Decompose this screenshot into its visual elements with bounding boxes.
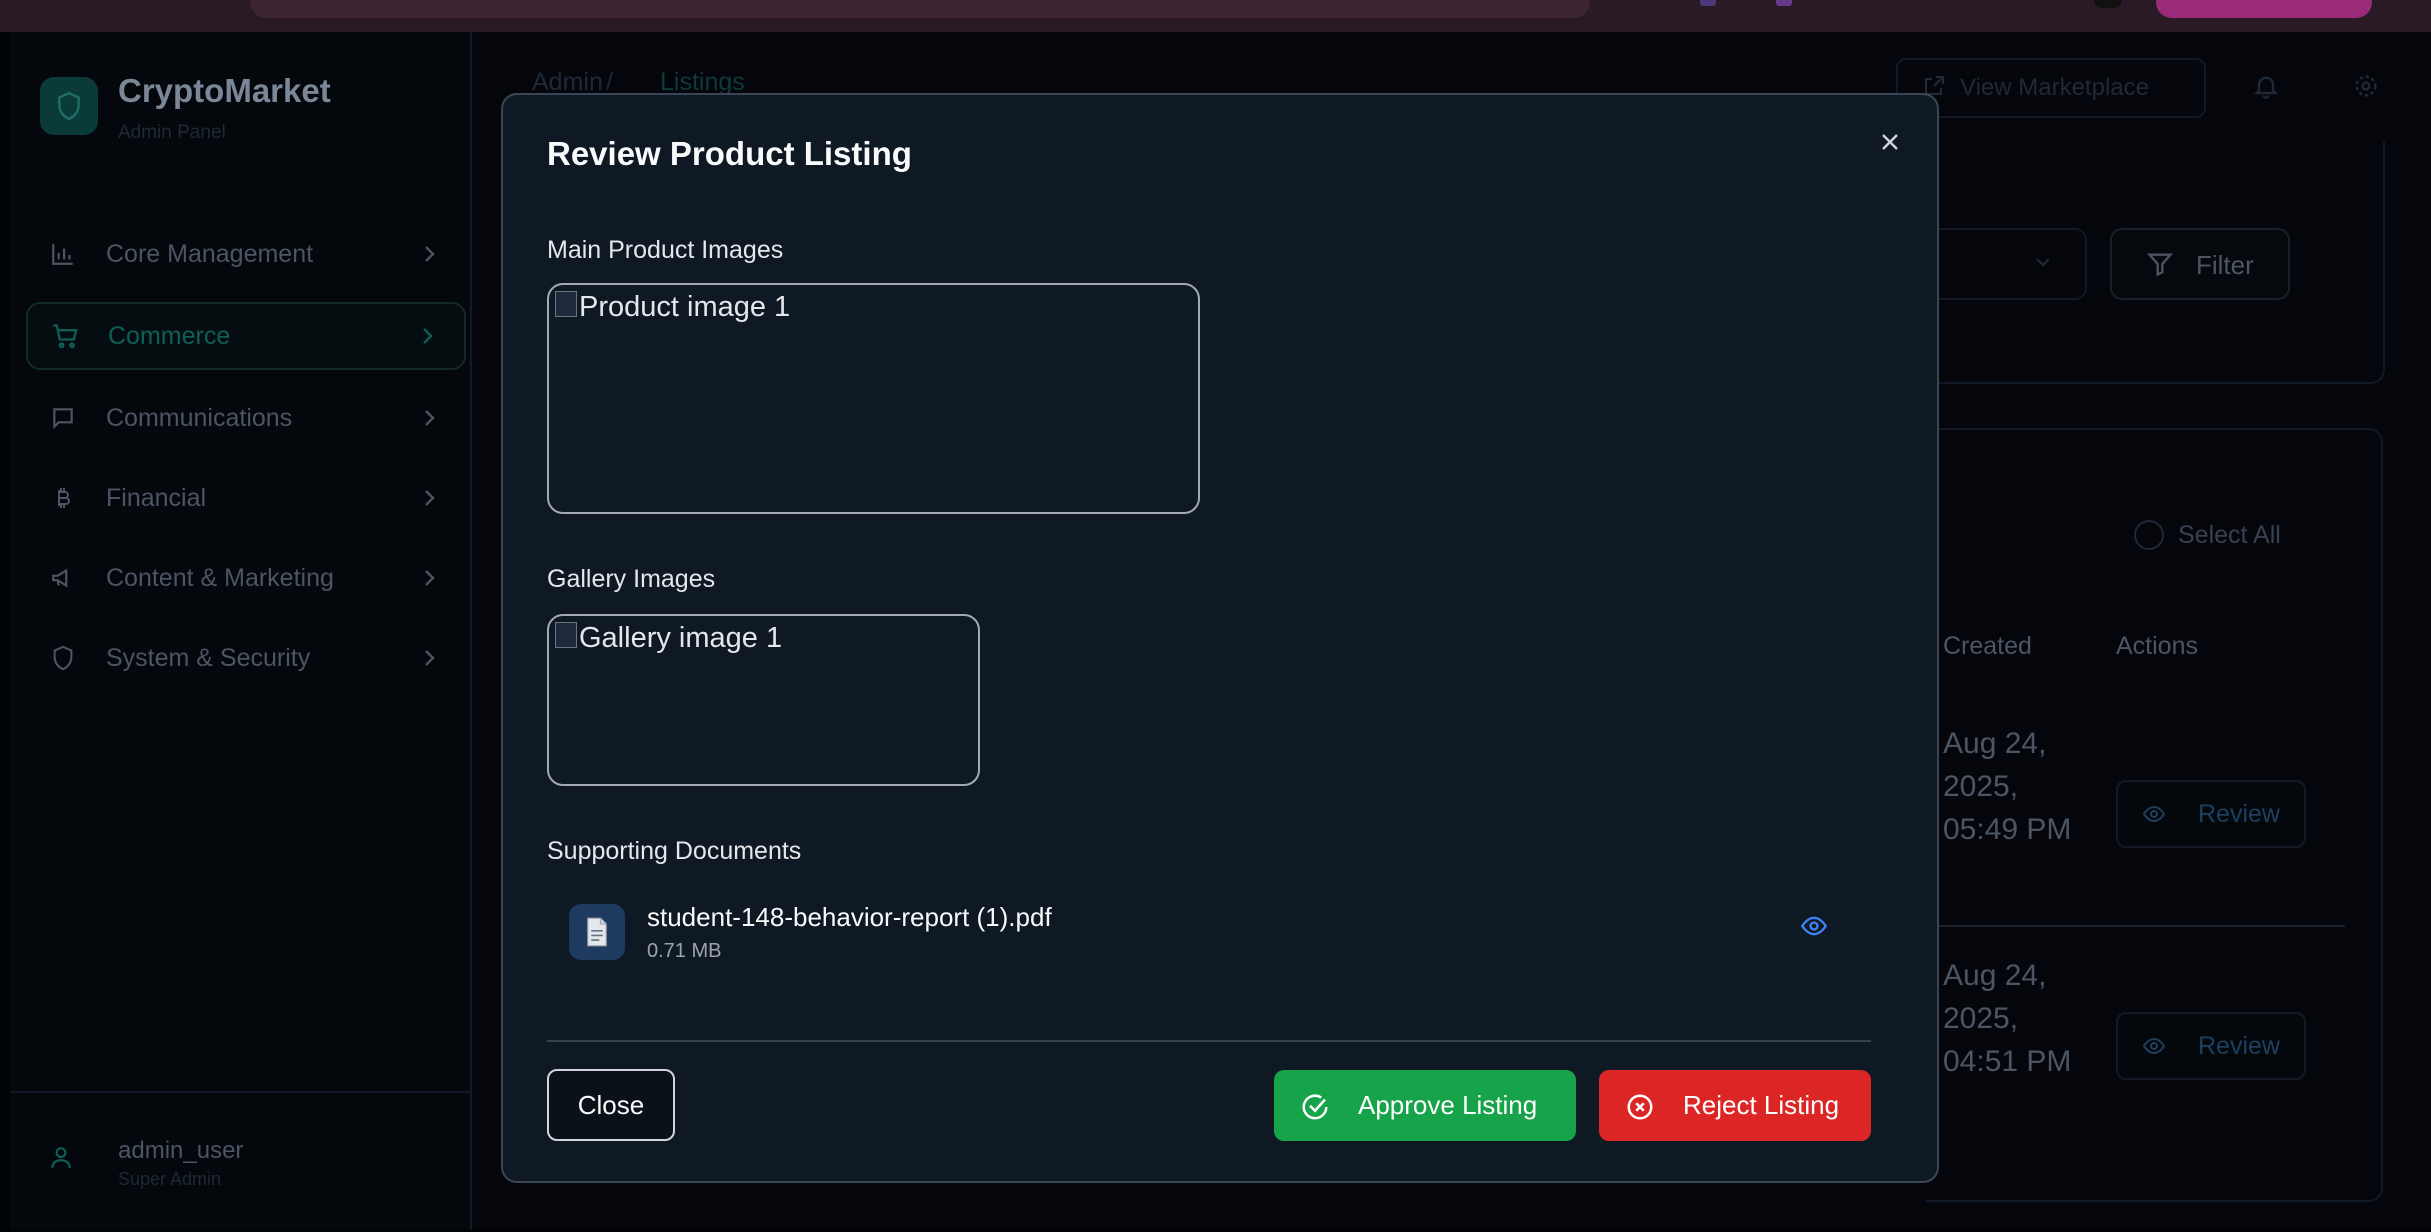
gear-icon[interactable] xyxy=(2352,72,2380,105)
review-label: Review xyxy=(2198,800,2280,828)
megaphone-icon xyxy=(48,563,78,593)
document-icon xyxy=(569,904,625,960)
bar-chart-icon xyxy=(48,239,78,269)
extension-icon[interactable] xyxy=(1776,0,1792,6)
document-item: student-148-behavior-report (1).pdf 0.71… xyxy=(547,890,1871,980)
filter-button[interactable]: Filter xyxy=(2110,228,2290,300)
browser-chrome xyxy=(0,0,2431,32)
user-name: admin_user xyxy=(118,1137,244,1164)
image-alt-text: Product image 1 xyxy=(579,291,791,323)
sidebar-item-label: Financial xyxy=(106,483,207,512)
review-label: Review xyxy=(2198,1032,2280,1060)
status-select[interactable] xyxy=(1925,228,2087,300)
brand-subtitle: Admin Panel xyxy=(118,122,226,143)
gallery-images-label: Gallery Images xyxy=(547,565,716,593)
eye-icon[interactable] xyxy=(1797,912,1831,945)
main-product-image[interactable]: Product image 1 xyxy=(547,283,1200,514)
approve-listing-button[interactable]: Approve Listing xyxy=(1274,1070,1576,1141)
sidebar-item-label: Commerce xyxy=(108,321,231,350)
sidebar-item-system-security[interactable]: System & Security xyxy=(26,626,466,690)
chevron-right-icon xyxy=(418,326,438,346)
row-created-date: Aug 24, 2025, 05:49 PM xyxy=(1943,727,2072,846)
review-listing-modal: Review Product Listing Main Product Imag… xyxy=(501,93,1939,1183)
select-all-checkbox[interactable]: Select All xyxy=(2134,520,2281,550)
x-circle-icon xyxy=(1625,1092,1655,1127)
sidebar-item-label: System & Security xyxy=(106,643,311,672)
chevron-right-icon xyxy=(420,568,440,588)
select-all-label: Select All xyxy=(2178,520,2281,549)
review-button[interactable]: Review xyxy=(2116,1012,2306,1080)
user-profile[interactable]: admin_user Super Admin xyxy=(10,1091,470,1232)
sidebar-item-core-management[interactable]: Core Management xyxy=(26,222,466,286)
gallery-image[interactable]: Gallery image 1 xyxy=(547,614,980,786)
document-name: student-148-behavior-report (1).pdf xyxy=(647,902,1052,932)
image-alt-text: Gallery image 1 xyxy=(579,622,783,654)
bitcoin-icon xyxy=(48,483,78,513)
column-header-actions: Actions xyxy=(2116,632,2198,660)
modal-title: Review Product Listing xyxy=(547,135,912,172)
chat-icon xyxy=(48,403,78,433)
user-role: Super Admin xyxy=(118,1169,222,1189)
document-size: 0.71 MB xyxy=(647,940,722,962)
supporting-documents-label: Supporting Documents xyxy=(547,837,802,865)
view-marketplace-button[interactable]: View Marketplace xyxy=(1896,58,2206,118)
sidebar-item-communications[interactable]: Communications xyxy=(26,386,466,450)
brand-name: CryptoMarket xyxy=(118,72,331,109)
profile-avatar[interactable] xyxy=(2094,0,2122,8)
address-bar[interactable] xyxy=(250,0,1590,18)
extension-icon[interactable] xyxy=(1700,0,1716,6)
eye-icon xyxy=(2140,802,2168,831)
sidebar-nav: Core Management Commerce Communications xyxy=(26,222,466,706)
cart-icon xyxy=(50,321,80,351)
filter-icon xyxy=(2146,250,2174,283)
main-images-label: Main Product Images xyxy=(547,236,784,264)
close-icon[interactable] xyxy=(1873,125,1907,159)
chevron-down-icon xyxy=(2033,252,2053,277)
chevron-right-icon xyxy=(420,488,440,508)
user-icon xyxy=(48,1143,74,1176)
close-button[interactable]: Close xyxy=(547,1069,675,1141)
browser-action-button[interactable] xyxy=(2156,0,2372,18)
select-all-radio[interactable] xyxy=(2134,520,2164,550)
reject-listing-button[interactable]: Reject Listing xyxy=(1599,1070,1871,1141)
approve-listing-label: Approve Listing xyxy=(1358,1090,1538,1120)
sidebar-item-commerce[interactable]: Commerce xyxy=(26,302,466,370)
modal-footer-divider xyxy=(547,1040,1871,1042)
sidebar-item-label: Content & Marketing xyxy=(106,563,334,592)
shield-logo-icon xyxy=(40,77,98,135)
chevron-right-icon xyxy=(420,648,440,668)
sidebar-item-financial[interactable]: Financial xyxy=(26,466,466,530)
shield-icon xyxy=(48,643,78,673)
check-circle-icon xyxy=(1300,1092,1330,1127)
review-button[interactable]: Review xyxy=(2116,780,2306,848)
column-header-created: Created xyxy=(1943,632,2032,660)
sidebar-item-label: Core Management xyxy=(106,239,314,268)
eye-icon xyxy=(2140,1034,2168,1063)
sidebar-item-label: Communications xyxy=(106,403,293,432)
row-divider xyxy=(1925,925,2345,927)
filter-label: Filter xyxy=(2196,250,2254,280)
sidebar-item-content-marketing[interactable]: Content & Marketing xyxy=(26,546,466,610)
row-created-date: Aug 24, 2025, 04:51 PM xyxy=(1943,959,2072,1078)
view-marketplace-label: View Marketplace xyxy=(1960,74,2149,101)
bell-icon[interactable] xyxy=(2252,72,2280,105)
reject-listing-label: Reject Listing xyxy=(1683,1090,1840,1120)
sidebar: CryptoMarket Admin Panel Core Management… xyxy=(10,32,472,1230)
chevron-right-icon xyxy=(420,244,440,264)
chevron-right-icon xyxy=(420,408,440,428)
